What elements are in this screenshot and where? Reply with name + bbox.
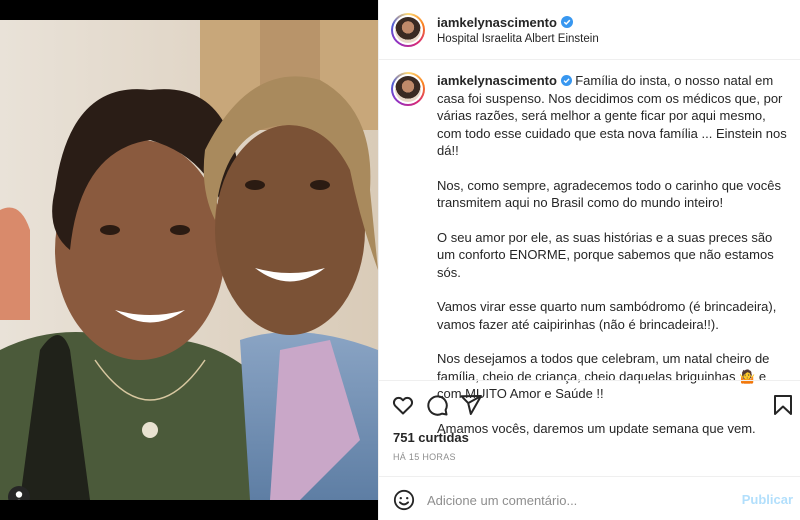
instagram-post: iamkelynascimento Hospital Israelita Alb… [0,0,800,520]
user-tag-icon[interactable] [8,486,30,500]
verified-badge-icon [560,16,573,28]
avatar[interactable] [391,12,425,47]
location-link[interactable]: Hospital Israelita Albert Einstein [437,33,599,45]
caption-paragraph: Nos, como sempre, agradecemos todo o car… [437,177,781,211]
caption-avatar[interactable] [391,72,425,106]
caption-paragraph: Amamos vocês, daremos um update semana q… [437,420,756,436]
caption-paragraph: O seu amor por ele, as suas histórias e … [437,229,774,280]
comment-input[interactable] [427,487,727,513]
post-actions [391,393,795,417]
caption-paragraph: Vamos virar esse quarto num sambódromo (… [437,299,777,332]
comment-icon[interactable] [425,393,449,417]
likes-count[interactable]: 751 curtidas [393,430,469,445]
emoji-icon[interactable] [393,489,415,511]
caption-username[interactable]: iamkelynascimento [437,73,557,88]
bookmark-icon[interactable] [771,393,795,417]
post-photo[interactable] [0,20,378,500]
heart-icon[interactable] [391,393,415,417]
username-link[interactable]: iamkelynascimento [437,15,557,30]
post-details-panel: iamkelynascimento Hospital Israelita Alb… [378,0,800,520]
post-header: iamkelynascimento Hospital Israelita Alb… [379,0,800,60]
post-timestamp[interactable]: HÁ 15 HORAS [393,452,456,462]
share-icon[interactable] [459,393,483,417]
actions-divider [379,380,800,381]
verified-badge-icon [560,75,572,86]
publish-button[interactable]: Publicar [742,492,793,507]
comment-bar: Publicar [379,476,800,520]
